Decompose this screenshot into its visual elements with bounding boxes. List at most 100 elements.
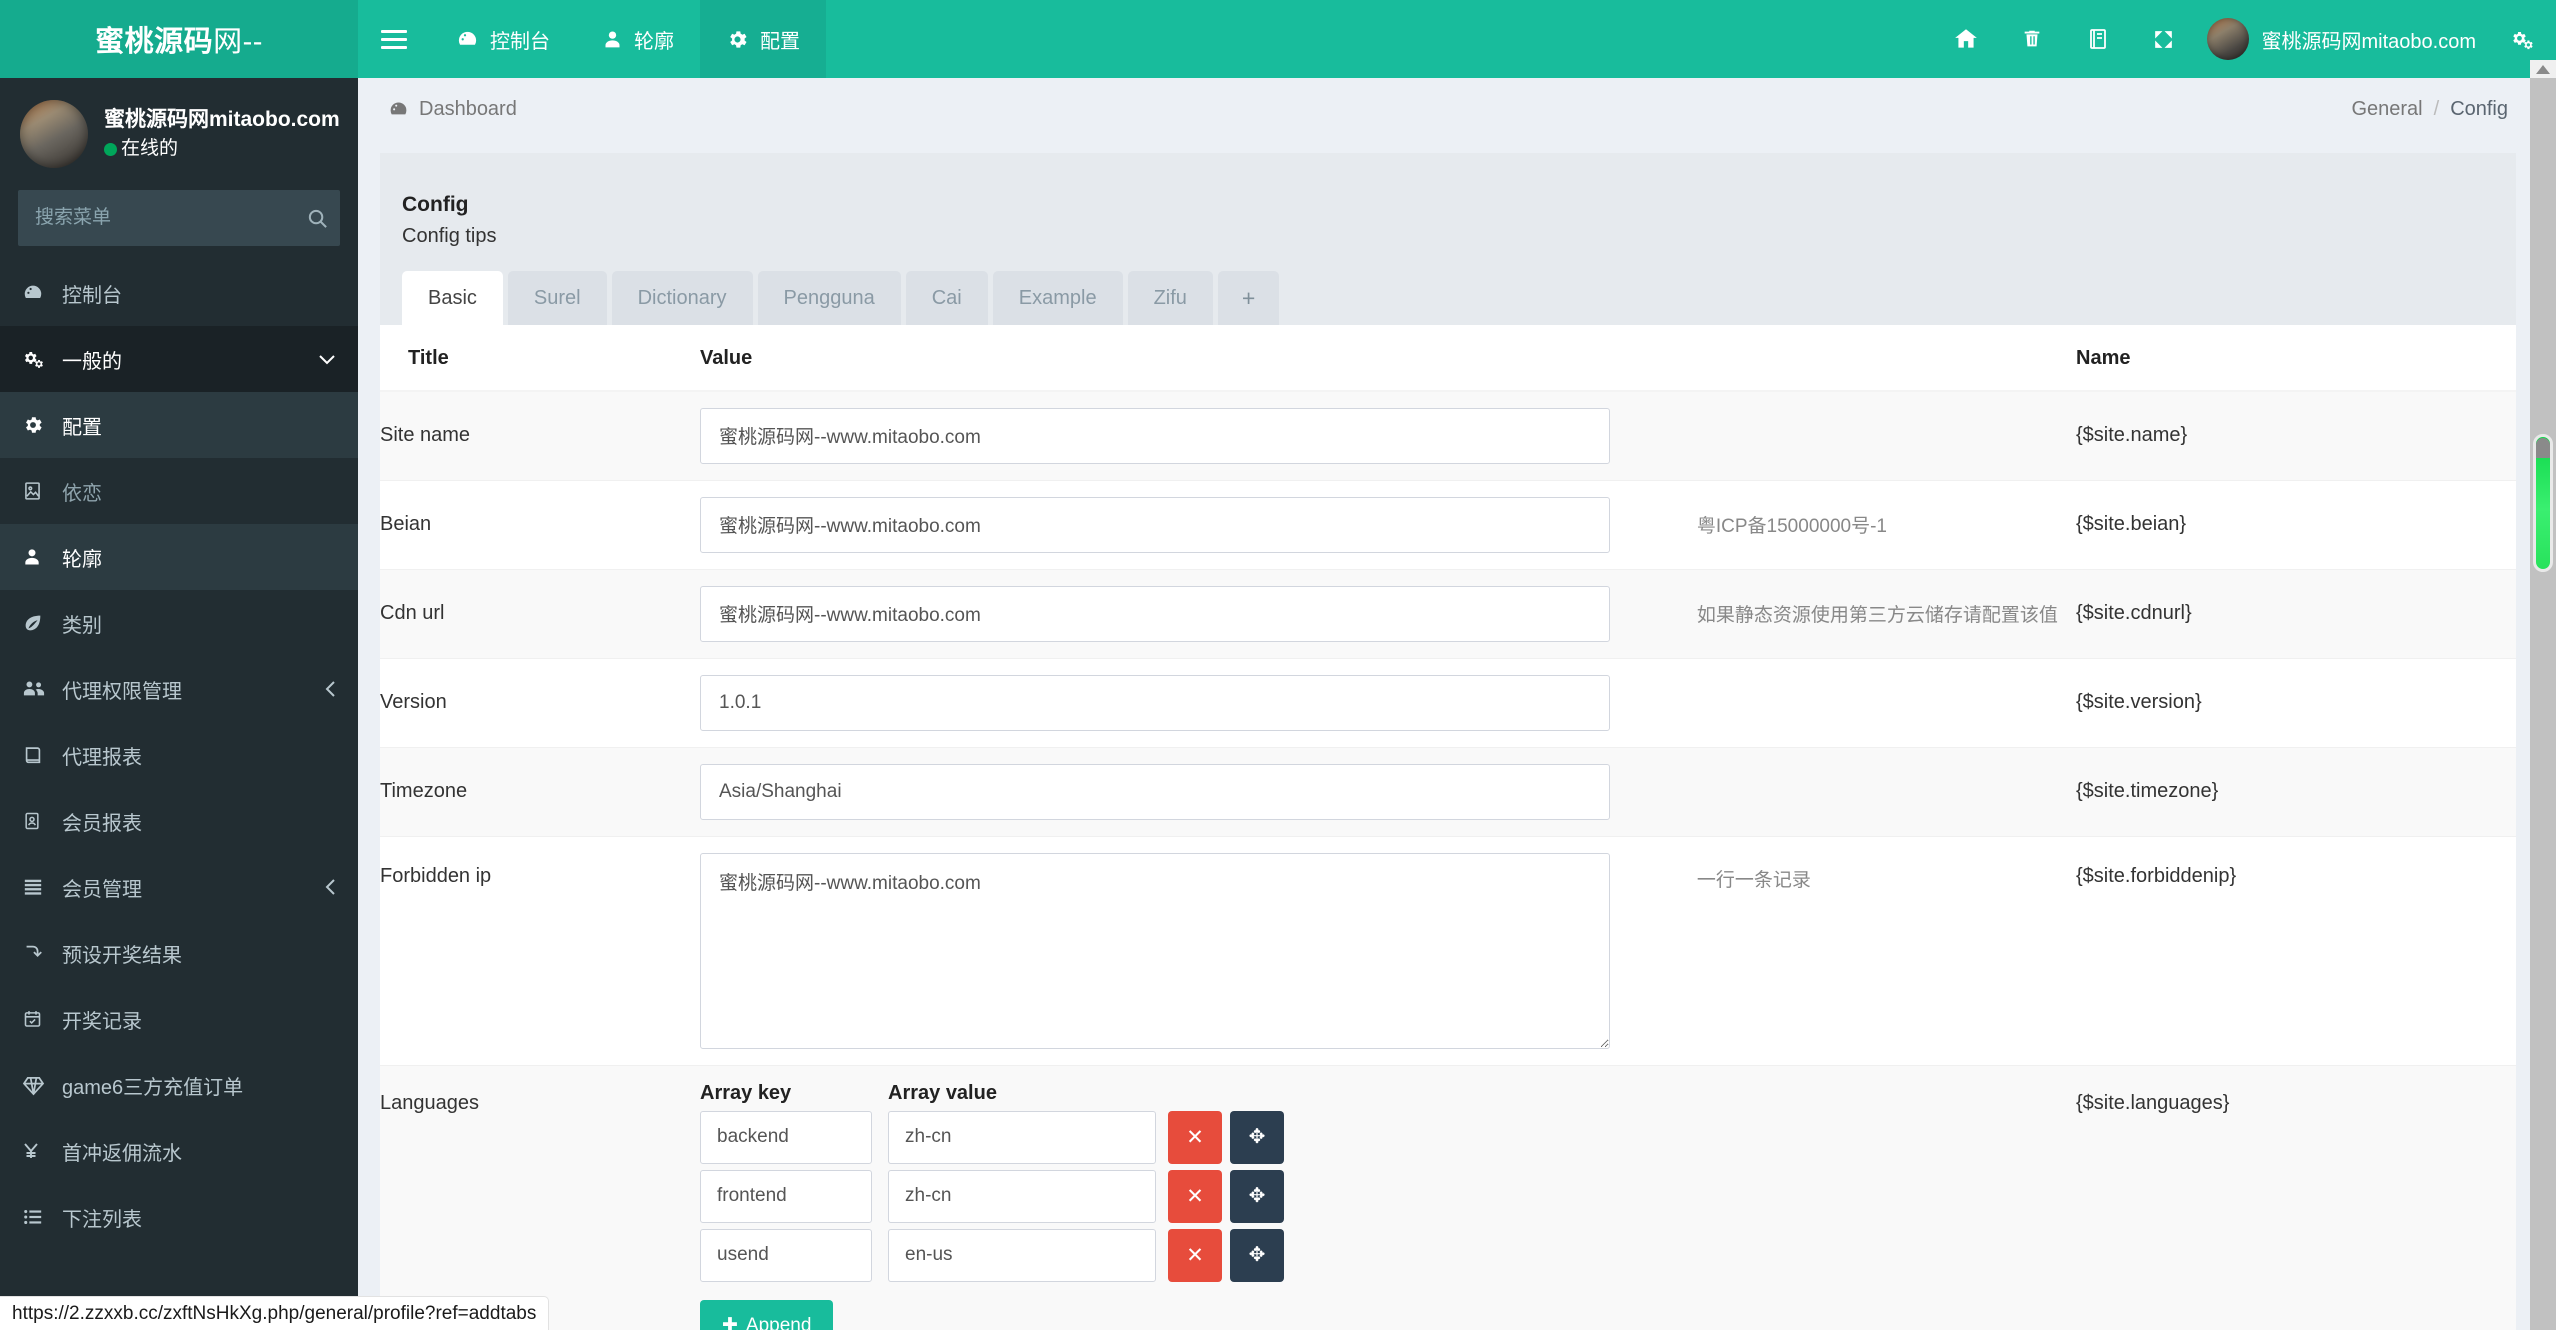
tab-zifu[interactable]: Zifu [1127,270,1213,325]
sidebar-item-game6-order[interactable]: game6三方充值订单 [0,1052,358,1118]
row-value-version [700,657,1697,747]
row-value-beian [700,479,1697,569]
tab-pengguna[interactable]: Pengguna [757,270,901,325]
header-spacer [826,0,1933,78]
row-title-forbidden-ip: Forbidden ip [380,835,700,1065]
nav-item-profile[interactable]: 轮廓 [576,0,700,78]
sidebar-item-member-report[interactable]: 会员报表 [0,788,358,854]
top-header: 蜜桃源码 网-- 控制台 轮廓 配置 蜜桃源码网mitaobo.com [0,0,2556,78]
row-tip-cdn-url: 如果静态资源使用第三方云储存请配置该值 [1696,568,2076,658]
users-icon [22,678,62,700]
sidebar-item-first-deposit-commission[interactable]: 首冲返佣流水 [0,1118,358,1184]
remove-row-button-1[interactable]: ✕ [1168,1169,1222,1223]
sidebar-item-preset-result-label: 预设开奖结果 [62,944,182,967]
search-icon[interactable] [296,207,339,230]
sidebar-item-console[interactable]: 控制台 [0,260,358,326]
cdn-url-input[interactable] [700,585,1610,642]
sidebar-item-agent-permission[interactable]: 代理权限管理 [0,656,358,722]
avatar [2206,18,2249,60]
timezone-input[interactable] [700,763,1610,820]
sidebar-item-general[interactable]: 一般的 [0,326,358,392]
row-title-languages: Languages [380,1064,700,1330]
logo-bold-text: 蜜桃源码 [95,26,214,58]
nav-item-config[interactable]: 配置 [700,0,826,78]
append-button[interactable]: ✚ Append [700,1299,834,1330]
panel-header: Config Config tips [380,175,2516,251]
nav-item-profile-label: 轮廓 [634,30,674,53]
book-icon [22,744,62,766]
add-tab-button[interactable]: + [1217,270,1280,325]
row-name-languages: {$site.languages} [2076,1064,2516,1330]
nav-item-config-label: 配置 [760,30,800,53]
fullscreen-icon[interactable] [2131,0,2197,78]
main-content: Dashboard General / Config Config Config… [358,78,2556,1330]
nav-item-console[interactable]: 控制台 [430,0,576,78]
array-value-input-2[interactable] [888,1228,1156,1282]
array-key-input-1[interactable] [700,1169,872,1223]
beian-input[interactable] [700,496,1610,553]
list-ul-icon [22,1207,62,1227]
sidebar-item-profile[interactable]: 轮廓 [0,524,358,590]
column-header-name: Name [2076,324,2516,392]
row-tip-forbidden-ip: 一行一条记录 [1696,835,2076,1065]
home-icon[interactable] [1933,0,1999,78]
append-button-label: Append [745,1314,812,1330]
array-key-input-2[interactable] [700,1228,872,1282]
sidebar-item-attachment[interactable]: 依恋 [0,458,358,524]
site-name-input[interactable] [700,407,1610,464]
drag-handle-icon-1[interactable]: ✥ [1230,1169,1284,1223]
row-name-beian: {$site.beian} [2076,479,2516,569]
sidebar-item-category[interactable]: 类别 [0,590,358,656]
breadcrumb-left[interactable]: Dashboard [388,98,517,121]
tab-cai[interactable]: Cai [905,270,988,325]
search-input[interactable] [19,207,296,229]
array-value-input-1[interactable] [888,1169,1156,1223]
array-key-input-0[interactable] [700,1110,872,1164]
forbidden-ip-textarea[interactable] [700,852,1610,1049]
trash-icon[interactable] [1999,0,2065,78]
sidebar-item-bet-list[interactable]: 下注列表 [0,1184,358,1250]
plus-icon: ✚ [722,1315,738,1330]
row-title-site-name: Site name [380,390,700,480]
row-tip-beian: 粤ICP备15000000号-1 [1696,479,2076,569]
sidebar-item-member-manage[interactable]: 会员管理 [0,854,358,920]
sidebar-item-agent-report[interactable]: 代理报表 [0,722,358,788]
column-header-title: Title [380,324,700,392]
tab-example[interactable]: Example [992,270,1123,325]
sidebar-item-preset-result[interactable]: 预设开奖结果 [0,920,358,986]
drag-handle-icon-2[interactable]: ✥ [1230,1228,1284,1282]
breadcrumb-right: General / Config [2351,98,2508,121]
row-value-languages: Array key Array value ✕ ✥ [700,1064,1697,1330]
chevron-down-icon [318,354,336,365]
tab-surel[interactable]: Surel [507,270,607,325]
array-value-input-0[interactable] [888,1110,1156,1164]
book-icon[interactable] [2065,0,2131,78]
remove-row-button-0[interactable]: ✕ [1168,1110,1222,1164]
page-scrollbar[interactable] [2530,60,2556,1330]
user-icon [602,28,623,51]
breadcrumb-parent-link[interactable]: General [2351,98,2422,121]
gears-icon [22,348,62,370]
sidebar-toggle-button[interactable] [358,0,430,78]
sidebar-item-draw-record-label: 开奖记录 [62,1010,142,1033]
tab-basic[interactable]: Basic [402,270,503,325]
sidebar-item-draw-record[interactable]: 开奖记录 [0,986,358,1052]
sidebar-user-panel[interactable]: 蜜桃源码网mitaobo.com 在线的 [0,78,358,190]
drag-handle-icon-0[interactable]: ✥ [1230,1110,1284,1164]
header-user-menu[interactable]: 蜜桃源码网mitaobo.com [2197,0,2491,78]
breadcrumb-separator: / [2433,97,2440,120]
scroll-up-icon[interactable] [2530,60,2556,78]
sidebar-item-config[interactable]: 配置 [0,392,358,458]
nav-item-console-label: 控制台 [490,30,550,53]
tab-dictionary[interactable]: Dictionary [611,270,753,325]
row-value-timezone [700,746,1697,836]
gear-icon [22,414,62,436]
sidebar-user-status-label: 在线的 [121,138,179,160]
version-input[interactable] [700,674,1610,731]
image-icon [22,480,62,502]
logo-light-text: 网-- [213,26,263,58]
app-logo[interactable]: 蜜桃源码 网-- [0,0,358,78]
row-tip-version [1696,657,2076,747]
sidebar-item-profile-label: 轮廓 [62,548,102,571]
remove-row-button-2[interactable]: ✕ [1168,1228,1222,1282]
